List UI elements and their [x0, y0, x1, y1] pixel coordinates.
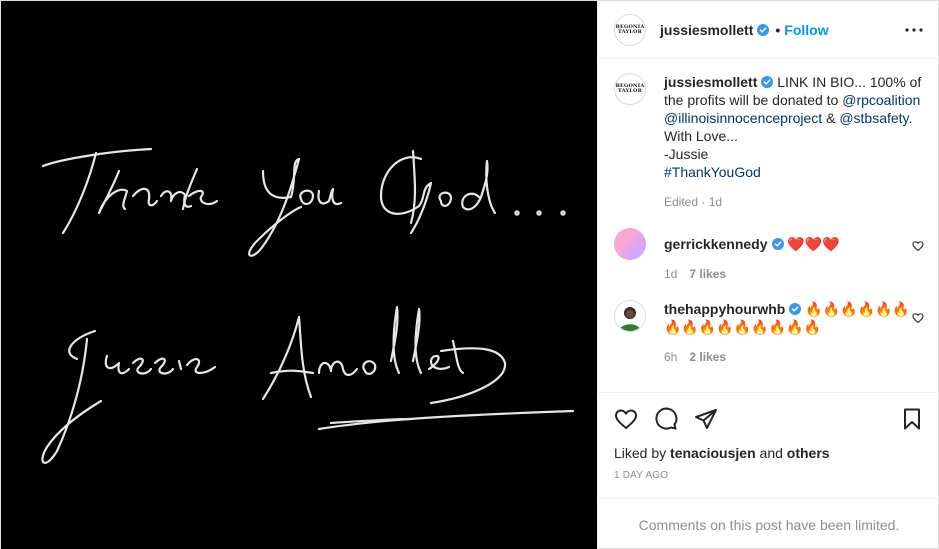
more-options-button[interactable]: [902, 18, 926, 42]
verified-badge-icon: [771, 238, 784, 250]
separator-dot: •: [775, 21, 781, 38]
like-comment-heart-icon[interactable]: [912, 312, 924, 324]
post-sidebar: BEGONIA TAYLOR jussiesmollett • Follow BE…: [598, 1, 939, 549]
caption-avatar[interactable]: BEGONIA TAYLOR: [614, 73, 646, 105]
more-options-icon: [905, 27, 923, 32]
comments-section[interactable]: BEGONIA TAYLOR jussiesmollett LINK IN BIO…: [598, 59, 939, 392]
author-avatar[interactable]: BEGONIA TAYLOR: [614, 13, 646, 46]
heart-icon[interactable]: [614, 407, 638, 431]
post-header: BEGONIA TAYLOR jussiesmollett • Follow: [598, 1, 939, 59]
liked-by-and: and: [755, 445, 787, 461]
comment-text: ❤️❤️❤️: [787, 236, 840, 252]
share-icon[interactable]: [694, 407, 718, 431]
handwritten-signature-image: [41, 147, 575, 464]
commenter-username[interactable]: thehappyhourwhb: [664, 301, 785, 317]
verified-badge-icon: [761, 76, 774, 88]
comment-icon[interactable]: [654, 407, 678, 431]
instagram-post: BEGONIA TAYLOR jussiesmollett • Follow BE…: [0, 0, 939, 549]
post-actions: [598, 392, 939, 444]
comment-likes[interactable]: 7 likes: [689, 267, 726, 281]
commenter-avatar[interactable]: [614, 300, 646, 332]
comment-item: gerrickkennedy ❤️❤️❤️ 1d 7 likes: [614, 228, 924, 283]
liked-by-others[interactable]: others: [787, 445, 830, 461]
mention-link[interactable]: @rpcoalition: [842, 92, 920, 108]
post-image[interactable]: [1, 1, 598, 549]
like-comment-heart-icon[interactable]: [912, 240, 924, 252]
author-username[interactable]: jussiesmollett: [660, 22, 753, 38]
mention-link[interactable]: @stbsafety: [839, 110, 908, 126]
hashtag-link[interactable]: #ThankYouGod: [664, 164, 761, 180]
comment-body: gerrickkennedy ❤️❤️❤️ 1d 7 likes: [664, 228, 924, 283]
caption: BEGONIA TAYLOR jussiesmollett LINK IN BIO…: [614, 73, 924, 211]
comment-age[interactable]: 6h: [664, 350, 677, 364]
caption-body: jussiesmollett LINK IN BIO... 100% of th…: [664, 73, 924, 211]
avatar-logo: BEGONIA TAYLOR: [615, 83, 645, 94]
person-photo-icon: [619, 307, 641, 331]
caption-meta: Edited · 1d: [664, 195, 723, 209]
verified-badge-icon: [757, 23, 770, 36]
liked-by-prefix: Liked by: [614, 445, 671, 461]
post-timestamp[interactable]: 1 DAY AGO: [598, 462, 939, 481]
comment-likes[interactable]: 2 likes: [689, 350, 726, 364]
comment-meta: 1d 7 likes: [664, 265, 924, 283]
caption-username[interactable]: jussiesmollett: [664, 74, 757, 90]
verified-badge-icon: [789, 303, 802, 315]
comment-meta: 6h 2 likes: [664, 348, 924, 366]
comments-limited-notice: Comments on this post have been limited.: [598, 498, 939, 549]
liked-by-user[interactable]: tenaciousjen: [670, 445, 756, 461]
commenter-username[interactable]: gerrickkennedy: [664, 236, 768, 252]
caption-signature: -Jussie: [664, 146, 709, 162]
comment-age[interactable]: 1d: [664, 267, 677, 281]
follow-button[interactable]: Follow: [784, 22, 828, 38]
caption-text: &: [822, 110, 840, 126]
comment-body: thehappyhourwhb 🔥🔥🔥🔥🔥🔥🔥🔥🔥🔥🔥🔥🔥🔥🔥 6h 2 like…: [664, 300, 924, 366]
bookmark-icon[interactable]: [900, 407, 924, 431]
avatar-logo: BEGONIA TAYLOR: [615, 23, 645, 35]
commenter-avatar[interactable]: [614, 228, 646, 260]
mention-link[interactable]: @illinoisinnocenceproject: [664, 110, 822, 126]
liked-by: Liked by tenaciousjen and others: [598, 444, 939, 462]
comment-item: thehappyhourwhb 🔥🔥🔥🔥🔥🔥🔥🔥🔥🔥🔥🔥🔥🔥🔥 6h 2 like…: [614, 300, 924, 366]
